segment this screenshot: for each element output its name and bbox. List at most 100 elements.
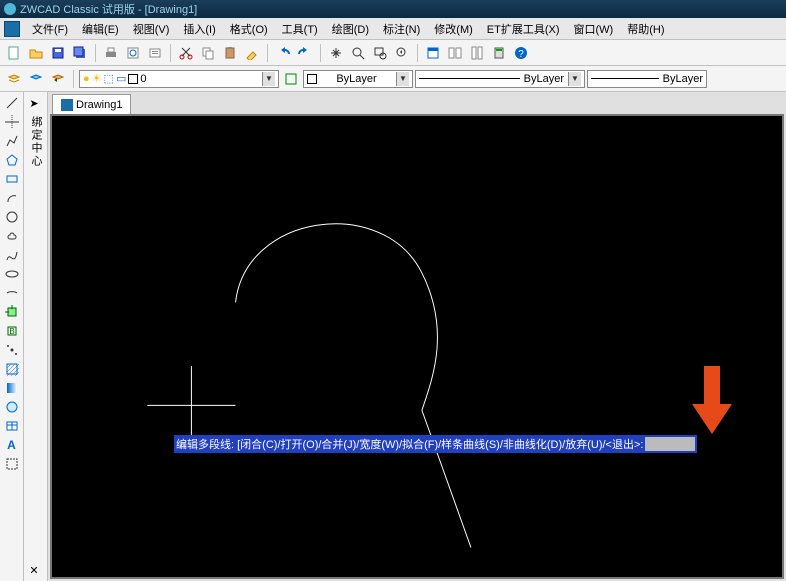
save-icon[interactable]	[48, 43, 68, 63]
tool-palette-icon[interactable]	[467, 43, 487, 63]
palette-toggle-icon[interactable]: ➤	[25, 94, 43, 112]
document-tabs: Drawing1	[48, 92, 786, 114]
menu-format[interactable]: 格式(O)	[224, 19, 274, 39]
matchprop-icon[interactable]	[242, 43, 262, 63]
toolbar-separator	[95, 44, 96, 62]
titlebar: ZWCAD Classic 试用版 - [Drawing1]	[0, 0, 786, 18]
xline-tool-icon[interactable]	[3, 113, 21, 131]
layer-toolbar: ● ☀ ⬚ ▭ 0 ▼ ByLayer ▼ ByLayer ▼ ByLayer	[0, 66, 786, 92]
addselected-tool-icon[interactable]	[3, 455, 21, 473]
make-block-tool-icon[interactable]: B	[3, 322, 21, 340]
color-label: ByLayer	[336, 73, 376, 85]
revcloud-tool-icon[interactable]	[3, 227, 21, 245]
color-swatch-icon	[307, 74, 317, 84]
linetype-sample-icon	[419, 78, 520, 79]
current-layer-name: 0	[140, 73, 146, 85]
zoom-window-icon[interactable]	[370, 43, 390, 63]
open-icon[interactable]	[26, 43, 46, 63]
document-tab-drawing1[interactable]: Drawing1	[52, 94, 131, 114]
palette-title: 绑定中心	[25, 114, 46, 170]
paste-icon[interactable]	[220, 43, 240, 63]
window-title: ZWCAD Classic 试用版 - [Drawing1]	[20, 1, 197, 17]
linetype-label: ByLayer	[524, 73, 564, 85]
mtext-tool-icon[interactable]: A	[3, 436, 21, 454]
dwg-icon	[61, 99, 73, 111]
color-bylayer-combo[interactable]: ByLayer ▼	[303, 70, 413, 88]
publish-icon[interactable]	[145, 43, 165, 63]
menu-edit[interactable]: 编辑(E)	[76, 19, 125, 39]
canvas-wrap: Drawing1 编辑多段线: [闭合(C)/打开(O)/合并(J)/宽度(W)…	[48, 92, 786, 581]
new-icon[interactable]	[4, 43, 24, 63]
command-dynamic-prompt: 编辑多段线: [闭合(C)/打开(O)/合并(J)/宽度(W)/拟合(F)/样条…	[174, 435, 697, 453]
menu-modify[interactable]: 修改(M)	[428, 19, 479, 39]
layer-state-combo[interactable]: ● ☀ ⬚ ▭ 0 ▼	[79, 70, 279, 88]
toolbar-separator	[417, 44, 418, 62]
command-prompt-text: 编辑多段线: [闭合(C)/打开(O)/合并(J)/宽度(W)/拟合(F)/样条…	[176, 436, 643, 452]
design-center-icon[interactable]	[445, 43, 465, 63]
undo-icon[interactable]	[273, 43, 293, 63]
plot-enabled-icon: ▭	[116, 72, 126, 85]
properties-icon[interactable]	[423, 43, 443, 63]
point-tool-icon[interactable]	[3, 341, 21, 359]
layer-iso-icon[interactable]	[281, 69, 301, 89]
line-tool-icon[interactable]	[3, 94, 21, 112]
palette-strip: ➤ 绑定中心 ✕	[24, 92, 48, 581]
drawing-canvas[interactable]: 编辑多段线: [闭合(C)/打开(O)/合并(J)/宽度(W)/拟合(F)/样条…	[50, 114, 784, 579]
spline-tool-icon[interactable]	[3, 246, 21, 264]
app-logo-icon	[4, 3, 16, 15]
linetype-bylayer-combo[interactable]: ByLayer ▼	[415, 70, 585, 88]
command-prompt-input[interactable]	[645, 437, 695, 451]
sun-icon: ☀	[92, 72, 102, 85]
circle-tool-icon[interactable]	[3, 208, 21, 226]
menubar: 文件(F) 编辑(E) 视图(V) 插入(I) 格式(O) 工具(T) 绘图(D…	[0, 18, 786, 40]
lock-open-icon: ⬚	[104, 72, 114, 85]
copy-icon[interactable]	[198, 43, 218, 63]
menu-window[interactable]: 窗口(W)	[568, 19, 620, 39]
menu-view[interactable]: 视图(V)	[127, 19, 176, 39]
ellipse-tool-icon[interactable]	[3, 265, 21, 283]
saveall-icon[interactable]	[70, 43, 90, 63]
region-tool-icon[interactable]	[3, 398, 21, 416]
cut-icon[interactable]	[176, 43, 196, 63]
polygon-tool-icon[interactable]	[3, 151, 21, 169]
menu-dimension[interactable]: 标注(N)	[377, 19, 426, 39]
plot-preview-icon[interactable]	[123, 43, 143, 63]
print-icon[interactable]	[101, 43, 121, 63]
lineweight-bylayer-combo[interactable]: ByLayer	[587, 70, 707, 88]
lineweight-label: ByLayer	[663, 73, 703, 85]
menu-insert[interactable]: 插入(I)	[177, 19, 221, 39]
chevron-down-icon[interactable]: ▼	[262, 72, 275, 86]
zoom-realtime-icon[interactable]	[348, 43, 368, 63]
annotation-arrow-icon	[692, 366, 732, 436]
help-icon[interactable]: ?	[511, 43, 531, 63]
zoom-prev-icon[interactable]	[392, 43, 412, 63]
calculator-icon[interactable]	[489, 43, 509, 63]
draw-toolbar: B A	[0, 92, 24, 581]
layer-manager-icon[interactable]	[4, 69, 24, 89]
menu-draw[interactable]: 绘图(D)	[326, 19, 375, 39]
hatch-tool-icon[interactable]	[3, 360, 21, 378]
palette-close-icon[interactable]: ✕	[25, 561, 43, 579]
chevron-down-icon[interactable]: ▼	[396, 72, 409, 86]
app-icon[interactable]	[4, 21, 20, 37]
redo-icon[interactable]	[295, 43, 315, 63]
polyline-tool-icon[interactable]	[3, 132, 21, 150]
pan-icon[interactable]	[326, 43, 346, 63]
menu-et[interactable]: ET扩展工具(X)	[481, 19, 566, 39]
insert-block-tool-icon[interactable]	[3, 303, 21, 321]
layer-color-swatch	[128, 74, 138, 84]
main-area: B A ➤ 绑定中心 ✕ Drawing1	[0, 92, 786, 581]
gradient-tool-icon[interactable]	[3, 379, 21, 397]
toolbar-separator	[73, 70, 74, 88]
table-tool-icon[interactable]	[3, 417, 21, 435]
menu-file[interactable]: 文件(F)	[26, 19, 74, 39]
menu-tools[interactable]: 工具(T)	[276, 19, 324, 39]
chevron-down-icon[interactable]: ▼	[568, 72, 581, 86]
arc-tool-icon[interactable]	[3, 189, 21, 207]
rectangle-tool-icon[interactable]	[3, 170, 21, 188]
svg-text:B: B	[9, 327, 14, 336]
menu-help[interactable]: 帮助(H)	[621, 19, 670, 39]
layer-states-icon[interactable]	[26, 69, 46, 89]
layer-prev-icon[interactable]	[48, 69, 68, 89]
ellipse-arc-tool-icon[interactable]	[3, 284, 21, 302]
